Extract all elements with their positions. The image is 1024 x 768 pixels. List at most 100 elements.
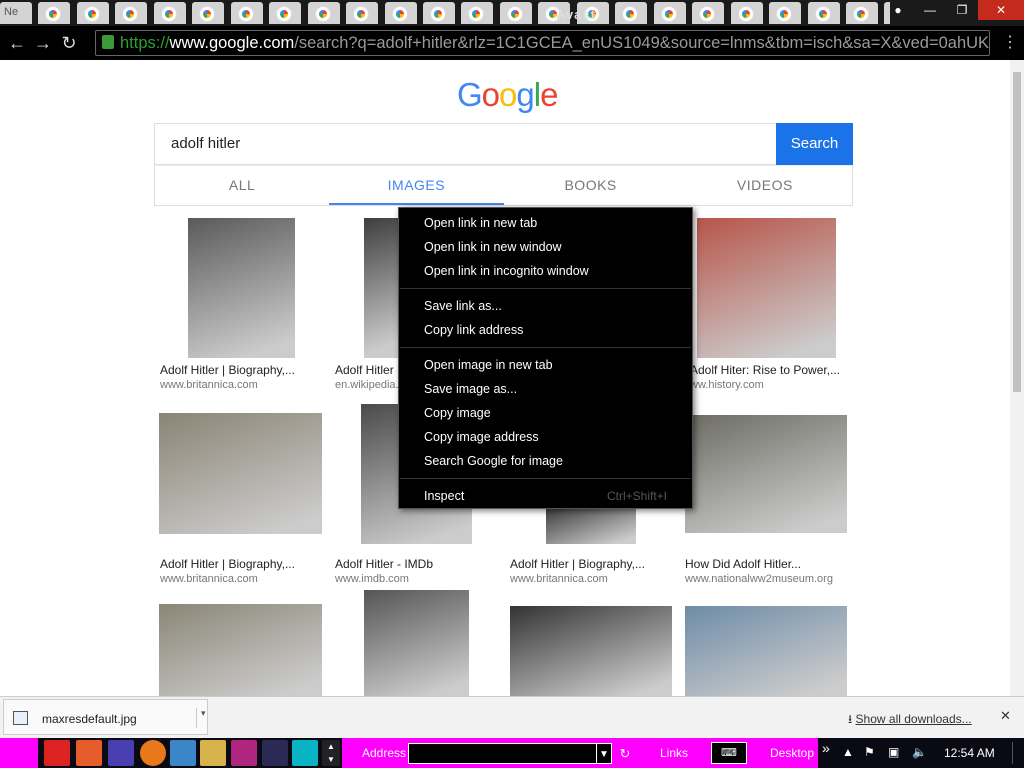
result-image[interactable] <box>697 218 836 358</box>
result-image[interactable] <box>159 413 322 534</box>
browser-tab[interactable]: Ne <box>0 2 32 24</box>
result-image[interactable] <box>685 606 847 696</box>
taskbar-address-input[interactable] <box>408 743 612 764</box>
result-image[interactable] <box>685 415 847 533</box>
result-title[interactable]: Adolf Hiter: Rise to Power,... <box>690 363 840 377</box>
context-menu-item[interactable]: Open link in new window <box>424 240 562 254</box>
browser-tab[interactable] <box>115 2 148 24</box>
context-menu-item[interactable]: Inspect <box>424 489 464 503</box>
download-item[interactable]: maxresdefault.jpg ▾ <box>3 699 208 735</box>
result-title[interactable]: Adolf Hitler | Biography,... <box>160 557 295 571</box>
network-icon[interactable]: ▣ <box>888 745 899 759</box>
browser-tab[interactable] <box>807 2 840 24</box>
result-title[interactable]: Adolf Hitler <box>335 363 394 377</box>
context-menu-item[interactable]: Open link in incognito window <box>424 264 589 278</box>
start-button[interactable] <box>0 738 38 768</box>
result-title[interactable]: How Did Adolf Hitler... <box>685 557 801 571</box>
shield-icon[interactable] <box>44 740 70 766</box>
context-menu-item[interactable]: Open link in new tab <box>424 216 537 230</box>
show-desktop-button[interactable] <box>1012 742 1022 764</box>
back-button[interactable]: ← <box>4 28 30 58</box>
context-menu-item[interactable]: Search Google for image <box>424 454 563 468</box>
browser-tab[interactable] <box>76 2 109 24</box>
user-icon[interactable]: ● <box>882 0 914 20</box>
result-image[interactable] <box>364 590 469 696</box>
scroll-arrows-icon[interactable]: ▲ ▼ <box>322 740 340 766</box>
context-menu-item[interactable]: Copy image <box>424 406 491 420</box>
close-download-bar-icon[interactable]: ✕ <box>1000 708 1011 724</box>
google-favicon-icon <box>738 7 753 21</box>
context-menu-item[interactable]: Copy link address <box>424 323 523 337</box>
browser-tab[interactable] <box>153 2 186 24</box>
result-title[interactable]: Adolf Hitler | Biography,... <box>510 557 645 571</box>
browser-tab[interactable] <box>730 2 763 24</box>
minimize-button[interactable]: — <box>914 0 946 20</box>
rss-icon[interactable] <box>140 740 166 766</box>
result-image[interactable] <box>159 604 322 696</box>
search-button[interactable]: Search <box>776 123 853 165</box>
browser-tab[interactable] <box>653 2 686 24</box>
toolbar-overflow-icon[interactable]: » <box>822 740 830 756</box>
context-menu-item[interactable]: Save link as... <box>424 299 502 313</box>
browser-tab[interactable] <box>384 2 417 24</box>
browser-tab[interactable] <box>38 2 71 24</box>
result-image[interactable] <box>510 606 672 696</box>
show-all-downloads-link[interactable]: ⭳ Show all downloads... <box>848 710 972 731</box>
browser-tab[interactable] <box>269 2 302 24</box>
context-menu-item[interactable]: Copy image address <box>424 430 539 444</box>
close-window-button[interactable]: ✕ <box>978 0 1024 20</box>
result-title[interactable]: Adolf Hitler | Biography,... <box>160 363 295 377</box>
volume-icon[interactable]: 🔈 <box>912 745 927 759</box>
browser-tab[interactable] <box>845 2 878 24</box>
desktop-label[interactable]: Desktop <box>770 746 814 760</box>
scrollbar-thumb[interactable] <box>1013 72 1021 392</box>
download-options-chevron-icon[interactable]: ▾ <box>196 708 206 728</box>
folder-icon[interactable] <box>200 740 226 766</box>
address-dropdown-icon[interactable]: ▼ <box>596 743 612 764</box>
browser-menu-icon[interactable]: ⋮ <box>1002 32 1018 52</box>
browser-tab[interactable] <box>230 2 263 24</box>
browser-tab[interactable] <box>346 2 379 24</box>
browser-tab[interactable] <box>192 2 225 24</box>
result-image[interactable] <box>188 218 295 358</box>
address-go-icon[interactable]: ↻ <box>615 743 635 764</box>
address-label: Address <box>362 746 407 760</box>
flag-icon[interactable]: ⚑ <box>864 745 875 759</box>
browser-tab[interactable] <box>692 2 725 24</box>
settings-icon[interactable] <box>108 740 134 766</box>
scrollbar[interactable] <box>1010 60 1024 696</box>
download-bar: maxresdefault.jpg ▾ ⭳ Show all downloads… <box>0 696 1024 738</box>
clock[interactable]: 12:54 AM <box>944 746 995 760</box>
browser-tab[interactable] <box>769 2 802 24</box>
context-menu-item[interactable]: Open image in new tab <box>424 358 553 372</box>
glasses-icon[interactable] <box>262 740 288 766</box>
browser-tab[interactable] <box>499 2 532 24</box>
tab-books[interactable]: BOOKS <box>504 166 678 205</box>
tab-images[interactable]: IMAGES <box>329 166 504 205</box>
google-favicon-icon <box>84 7 99 21</box>
browser-tab[interactable] <box>307 2 340 24</box>
search-input[interactable]: adolf hitler <box>154 123 776 165</box>
media-icon[interactable] <box>231 740 257 766</box>
browser-tab[interactable] <box>615 2 648 24</box>
links-label[interactable]: Links <box>660 746 688 760</box>
google-favicon-icon <box>430 7 445 21</box>
browser-tab[interactable] <box>461 2 494 24</box>
computer-icon[interactable] <box>170 740 196 766</box>
forward-button[interactable]: → <box>30 28 56 58</box>
restore-button[interactable]: ❐ <box>946 0 978 20</box>
result-title[interactable]: Adolf Hitler - IMDb <box>335 557 433 571</box>
app-icon[interactable] <box>76 740 102 766</box>
result-source: www.britannica.com <box>160 573 258 585</box>
chrome-icon[interactable] <box>292 740 318 766</box>
tab-all[interactable]: ALL <box>155 166 329 205</box>
browser-tab[interactable] <box>422 2 455 24</box>
address-bar[interactable]: https://www.google.com/search?q=adolf+hi… <box>95 30 990 56</box>
tab-videos[interactable]: VIDEOS <box>678 166 852 205</box>
reload-button[interactable]: ↻ <box>56 28 82 58</box>
google-logo[interactable]: Google <box>457 76 558 114</box>
context-menu-item[interactable]: Save image as... <box>424 382 517 396</box>
keyboard-icon[interactable]: ⌨ <box>711 742 747 764</box>
show-hidden-icons-icon[interactable]: ▲ <box>842 745 854 759</box>
result-image[interactable] <box>364 218 399 358</box>
